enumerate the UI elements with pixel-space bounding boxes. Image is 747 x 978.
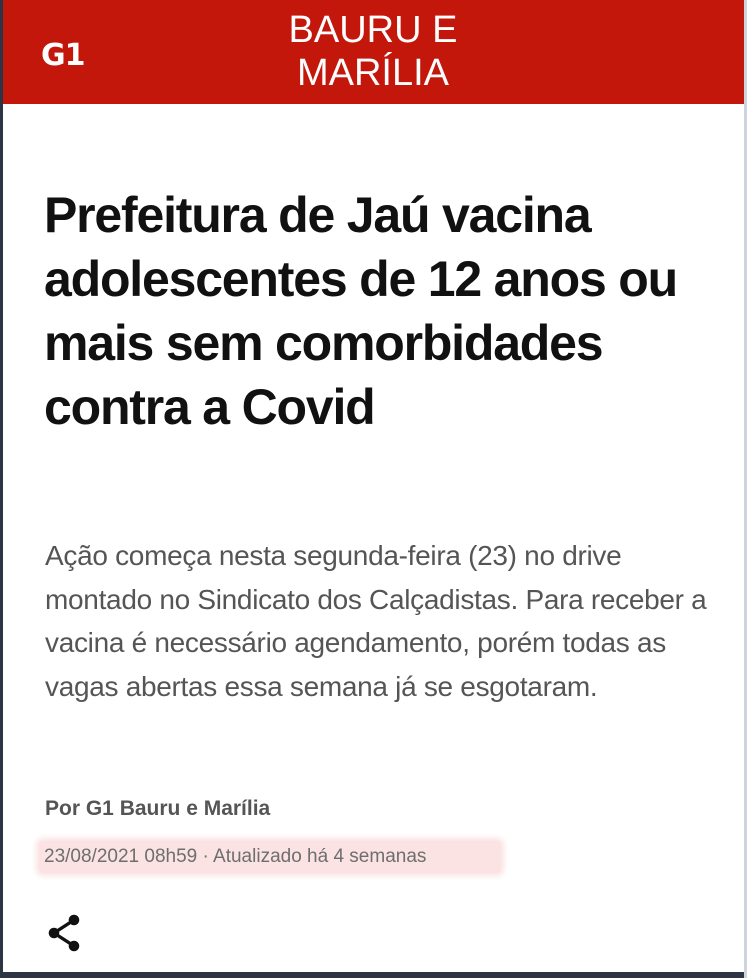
article-page: G1 BAURU E MARÍLIA Prefeitura de Jaú vac… (0, 0, 747, 978)
site-header: G1 BAURU E MARÍLIA (3, 0, 744, 104)
share-icon-glyph (48, 914, 80, 952)
section-title[interactable]: BAURU E MARÍLIA (203, 9, 543, 95)
section-title-line-1: BAURU E (288, 9, 458, 51)
share-icon[interactable] (45, 911, 83, 955)
article-headline: Prefeitura de Jaú vacina adolescentes de… (44, 187, 678, 435)
article-byline: Por G1 Bauru e Marília (45, 797, 271, 820)
article-subtitle: Ação começa nesta segunda-feira (23) no … (45, 540, 707, 702)
g1-logo[interactable]: G1 (41, 40, 85, 72)
bottom-edge (3, 972, 744, 978)
section-title-line-2: MARÍLIA (296, 52, 450, 94)
publish-timestamp: 23/08/2021 08h59 · Atualizado há 4 seman… (39, 841, 501, 873)
